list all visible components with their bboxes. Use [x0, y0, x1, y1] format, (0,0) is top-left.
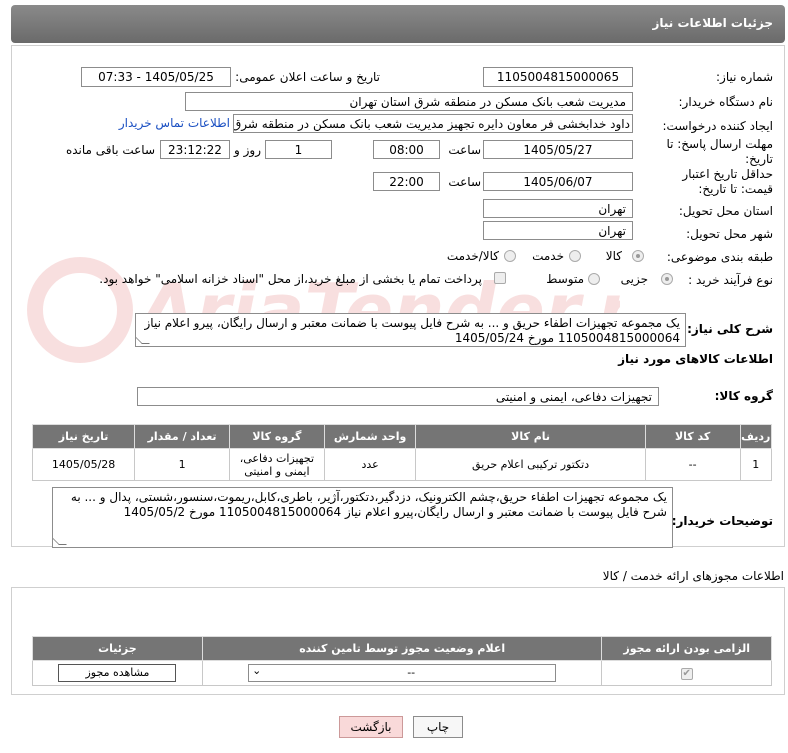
goods-table: ردیف کد کالا نام کالا واحد شمارش گروه کا…: [31, 424, 773, 481]
table-row: 1 -- دتکتور ترکیبی اعلام حریق عدد تجهیزا…: [31, 448, 773, 481]
creator-label: ایجاد کننده درخواست:: [662, 119, 773, 133]
remaining-time-field: 23:12:22: [160, 140, 230, 159]
category-goods-service-label: کالا/خدمت: [446, 249, 499, 263]
process-minor-radio[interactable]: [661, 273, 673, 285]
chevron-down-icon: ⌄: [252, 664, 262, 677]
need-number-label: شماره نیاز:: [716, 70, 773, 84]
cell-row: 1: [739, 448, 773, 481]
license-table: الزامی بودن ارائه مجوز اعلام وضعیت مجوز …: [32, 636, 772, 686]
goods-group-label: گروه کالا:: [714, 389, 773, 403]
cell-unit: عدد: [323, 448, 417, 481]
cell-qty: 1: [134, 448, 230, 481]
buyer-contact-link[interactable]: اطلاعات تماس خریدار: [119, 116, 230, 130]
col-license-details: جزئیات: [32, 636, 203, 661]
days-remaining-field: 1: [265, 140, 332, 159]
col-date: تاریخ نیاز: [31, 424, 136, 449]
buyer-notes-textarea[interactable]: یک مجموعه تجهیزات اطفاء حریق،چشم الکترون…: [52, 487, 673, 548]
col-group: گروه کالا: [228, 424, 325, 449]
validity-time-label: ساعت: [448, 175, 481, 189]
province-field: تهران: [483, 199, 633, 218]
category-goods-label: کالا: [605, 249, 622, 263]
goods-group-field: تجهیزات دفاعی، ایمنی و امنیتی: [137, 387, 659, 406]
cell-code: --: [644, 448, 741, 481]
remaining-time-label: ساعت باقی مانده: [65, 143, 155, 157]
goods-table-header: ردیف کد کالا نام کالا واحد شمارش گروه کا…: [31, 424, 773, 449]
license-status-value: --: [407, 666, 416, 679]
view-license-button[interactable]: مشاهده مجوز: [58, 664, 177, 682]
cell-date: 1405/05/28: [31, 448, 136, 481]
page-header: جزئیات اطلاعات نیاز: [11, 5, 785, 43]
col-name: نام کالا: [415, 424, 646, 449]
process-medium-label: متوسط: [546, 272, 584, 286]
validity-label: حداقل تاریخ اعتبار قیمت: تا تاریخ:: [682, 167, 773, 196]
description-label: شرح کلی نیاز:: [687, 322, 773, 336]
deadline-date-field: 1405/05/27: [483, 140, 633, 159]
goods-section-title: اطلاعات کالاهای مورد نیاز: [618, 352, 773, 366]
col-license-status: اعلام وضعیت مجوز توسط تامین کننده: [201, 636, 603, 661]
license-status-select[interactable]: -- ⌄: [248, 664, 557, 682]
category-service-radio[interactable]: [569, 250, 581, 262]
description-textarea[interactable]: یک مجموعه تجهیزات اطفاء حریق و ... به شر…: [135, 313, 686, 347]
print-button[interactable]: چاپ: [413, 716, 463, 738]
announce-label: تاریخ و ساعت اعلان عمومی:: [235, 70, 380, 84]
buyer-org-field: مدیریت شعب بانک مسکن در منطقه شرق استان …: [185, 92, 633, 111]
description-text: یک مجموعه تجهیزات اطفاء حریق و ... به شر…: [144, 316, 681, 345]
treasury-payment-checkbox[interactable]: [494, 272, 506, 284]
license-required-checkbox: ✔: [680, 668, 693, 680]
validity-time-field: 22:00: [373, 172, 440, 191]
cell-license-status: -- ⌄: [201, 660, 603, 686]
cell-name: دتکتور ترکیبی اعلام حریق: [415, 448, 646, 481]
license-table-header: الزامی بودن ارائه مجوز اعلام وضعیت مجوز …: [32, 636, 772, 661]
resize-handle-icon[interactable]: [136, 336, 150, 344]
buyer-notes-text: یک مجموعه تجهیزات اطفاء حریق،چشم الکترون…: [70, 490, 667, 519]
buyer-notes-label: توضیحات خریدار:: [671, 514, 773, 528]
back-button[interactable]: بازگشت: [339, 716, 403, 738]
page-title: جزئیات اطلاعات نیاز: [652, 16, 773, 30]
license-section-title: اطلاعات مجوزهای ارائه خدمت / کالا: [602, 569, 784, 583]
col-license-required: الزامی بودن ارائه مجوز: [601, 636, 772, 661]
col-code: کد کالا: [644, 424, 741, 449]
process-type-label: نوع فرآیند خرید :: [688, 273, 773, 287]
process-minor-label: جزیی: [620, 272, 648, 286]
cell-license-details: مشاهده مجوز: [32, 660, 203, 686]
category-service-label: خدمت: [532, 249, 564, 263]
deadline-time-field: 08:00: [373, 140, 440, 159]
category-label: طبقه بندی موضوعی:: [666, 250, 773, 264]
cell-license-required: ✔: [601, 660, 772, 686]
deadline-time-label: ساعت: [448, 143, 481, 157]
creator-field: داود خدابخشی فر معاون دایره تجهیز مدیریت…: [233, 114, 633, 133]
resize-handle-icon[interactable]: [53, 537, 67, 545]
cell-group: تجهیزات دفاعی، ایمنی و امنیتی: [228, 448, 325, 481]
category-goods-radio[interactable]: [632, 250, 644, 262]
validity-date-field: 1405/06/07: [483, 172, 633, 191]
table-row: ✔ -- ⌄ مشاهده مجوز: [32, 660, 772, 686]
need-number-field: 1105004815000065: [483, 67, 633, 87]
category-goods-service-radio[interactable]: [504, 250, 516, 262]
buyer-org-label: نام دستگاه خریدار:: [678, 95, 774, 109]
city-field: تهران: [483, 221, 633, 240]
col-qty: تعداد / مقدار: [134, 424, 230, 449]
deadline-label: مهلت ارسال پاسخ: تا تاریخ:: [666, 137, 773, 166]
announce-field: 1405/05/25 - 07:33: [81, 67, 231, 87]
col-unit: واحد شمارش: [323, 424, 417, 449]
col-row: ردیف: [739, 424, 773, 449]
process-medium-radio[interactable]: [588, 273, 600, 285]
treasury-payment-note: پرداخت تمام یا بخشی از مبلغ خرید،از محل …: [99, 272, 482, 286]
province-label: استان محل تحویل:: [678, 204, 773, 218]
city-label: شهر محل تحویل:: [686, 227, 773, 241]
days-label: روز و: [234, 143, 261, 157]
